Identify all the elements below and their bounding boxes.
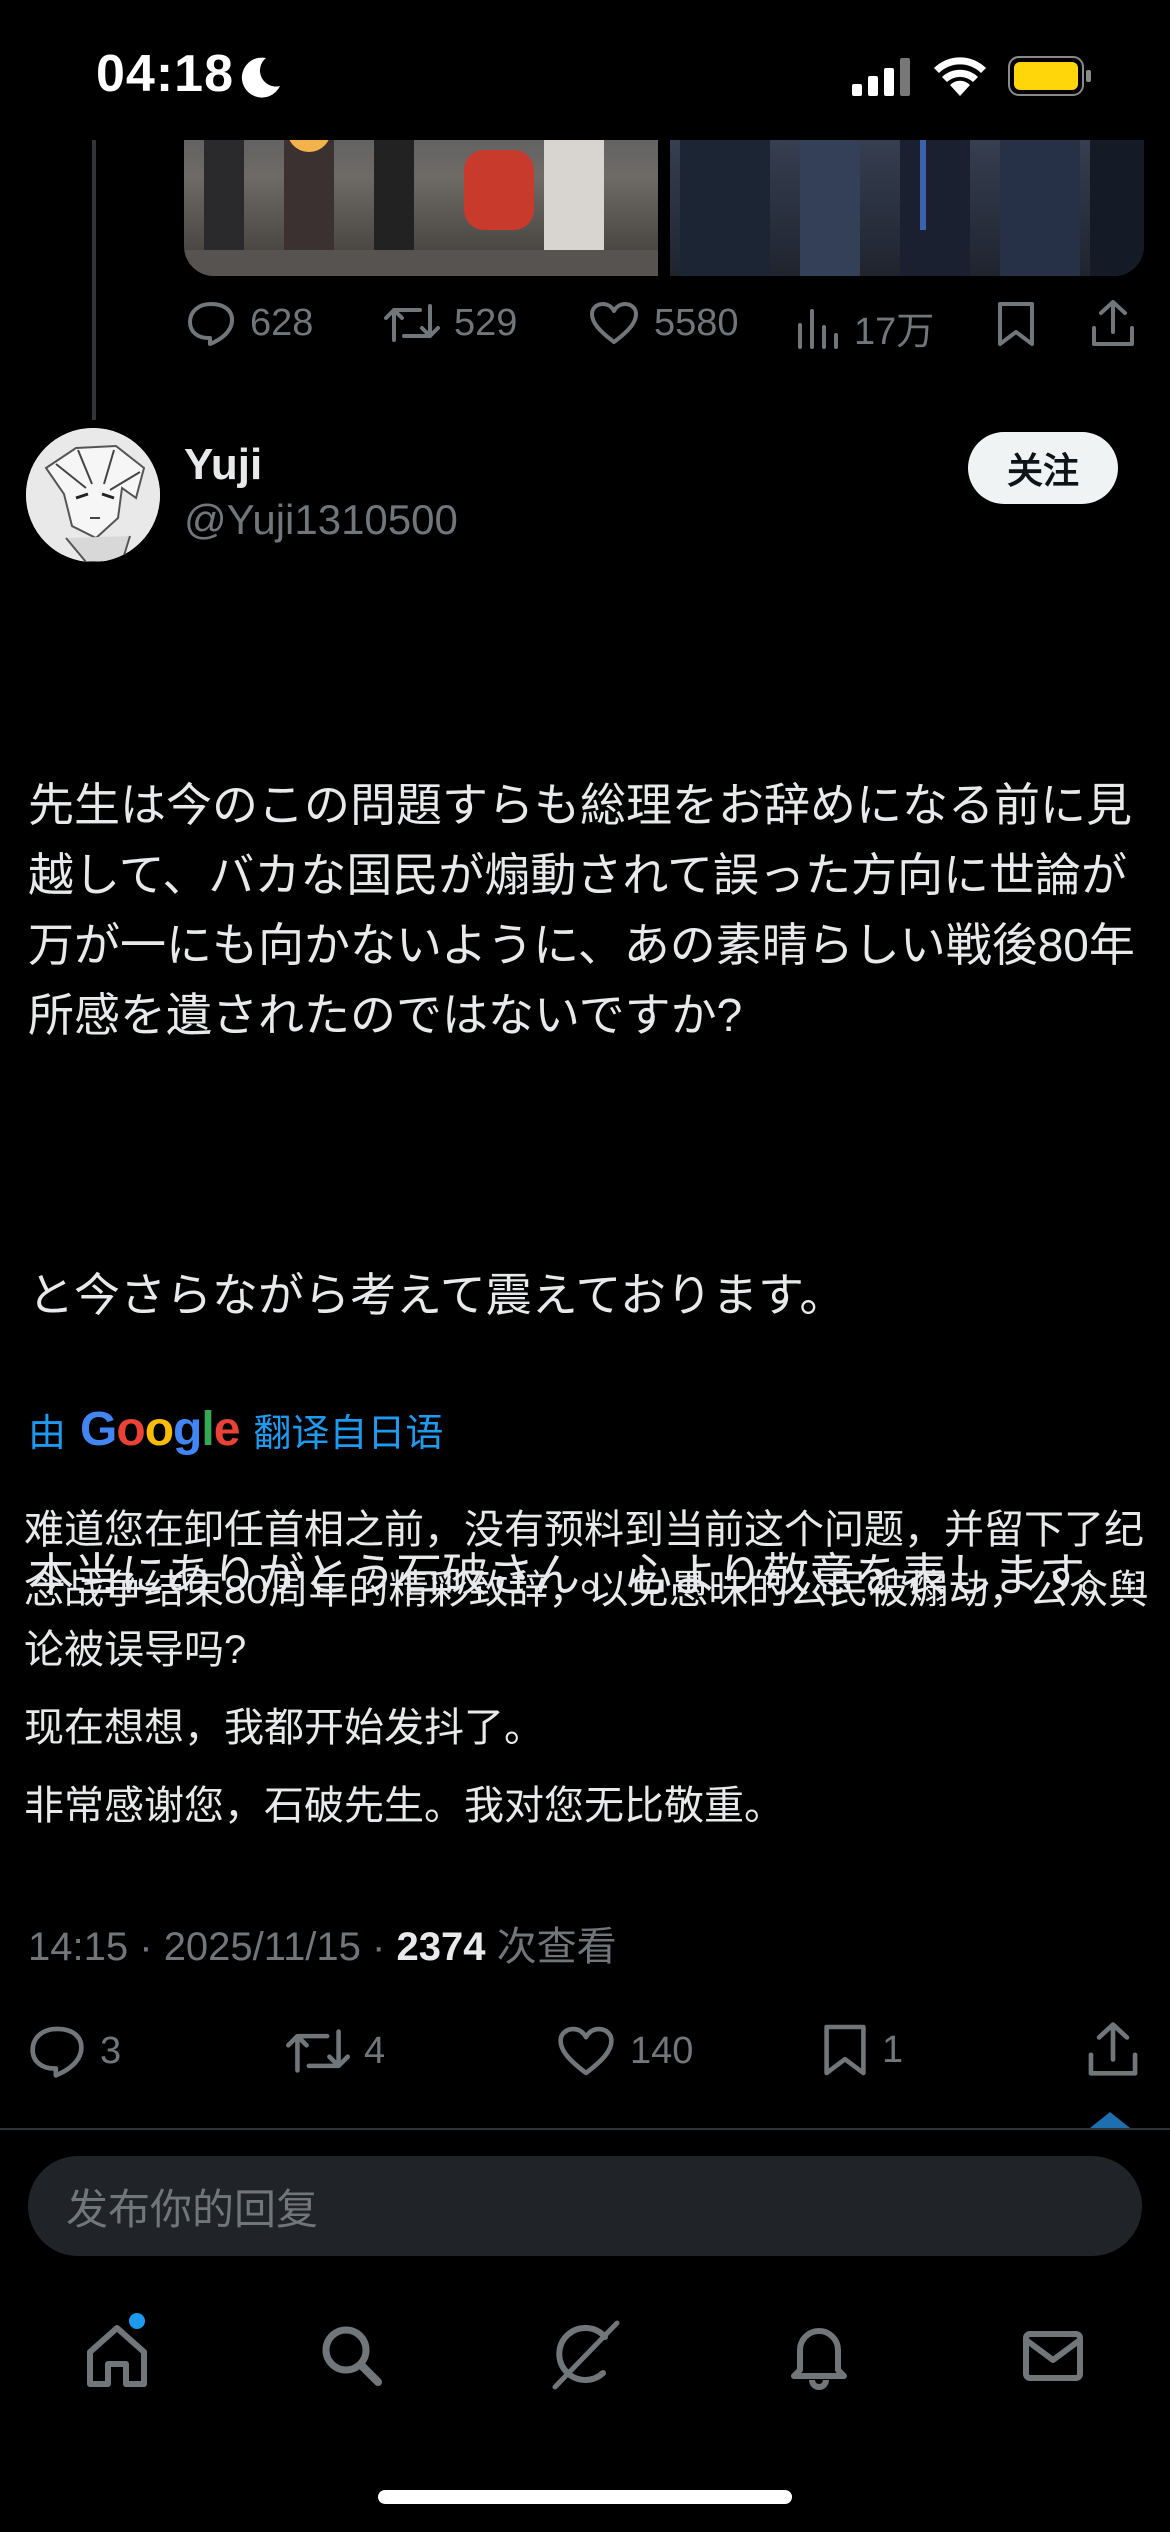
prev-like-button[interactable]: 5580 bbox=[588, 300, 739, 346]
prev-share-button[interactable] bbox=[1090, 298, 1136, 353]
home-icon bbox=[87, 2325, 147, 2387]
tweet-paragraph: と今さらながら考えて震えております。 bbox=[28, 1269, 846, 1321]
bottom-tab-bar bbox=[0, 2280, 1170, 2430]
tab-messages[interactable] bbox=[993, 2295, 1113, 2415]
tweet-views-label: 次查看 bbox=[496, 1925, 617, 1969]
reply-button[interactable]: 3 bbox=[28, 2024, 121, 2078]
translation-paragraph: 现在想想，我都开始发抖了。 bbox=[24, 1706, 544, 1750]
follow-button[interactable]: 关注 bbox=[968, 432, 1118, 504]
meta-separator: · bbox=[139, 1925, 153, 1969]
retweet-count: 4 bbox=[364, 2029, 386, 2072]
bell-icon bbox=[791, 2328, 847, 2390]
wifi-icon bbox=[932, 54, 988, 101]
mail-icon bbox=[1023, 2331, 1083, 2381]
home-notification-dot bbox=[129, 2313, 145, 2329]
google-logo: Google bbox=[80, 1403, 240, 1456]
author-handle[interactable]: @Yuji1310500 bbox=[184, 496, 458, 544]
tweet-meta: 14:15 · 2025/11/15 · 2374 次查看 bbox=[28, 1914, 617, 1972]
status-bar: 04:18 bbox=[0, 0, 1170, 140]
prev-view-count: 17万 bbox=[854, 311, 935, 353]
translated-by-google-link[interactable]: 由 Google 翻译自日语 bbox=[28, 1402, 443, 1457]
tweet-paragraph: 先生は今のこの問題すらも総理をお辞めになる前に見越して、バカな国民が煽動されて誤… bbox=[28, 779, 1135, 1041]
share-button[interactable] bbox=[1086, 2020, 1140, 2083]
tweet-view-count[interactable]: 2374 bbox=[397, 1925, 486, 1969]
tab-search[interactable] bbox=[291, 2295, 411, 2415]
prev-views-button[interactable]: 17万 bbox=[796, 300, 934, 355]
like-count: 140 bbox=[630, 2029, 694, 2072]
cellular-signal-icon bbox=[852, 58, 914, 101]
tweet-date: 2025/11/15 bbox=[163, 1925, 361, 1969]
reply-icon bbox=[28, 2024, 86, 2078]
thread-connector-line bbox=[92, 140, 96, 420]
retweet-icon bbox=[286, 2024, 350, 2078]
analytics-icon bbox=[796, 305, 840, 351]
heart-icon bbox=[588, 300, 640, 346]
translate-prefix: 由 bbox=[28, 1413, 67, 1455]
share-icon bbox=[1092, 300, 1134, 346]
share-icon bbox=[1088, 2022, 1138, 2076]
prev-retweet-button[interactable]: 529 bbox=[384, 300, 517, 346]
moon-icon bbox=[236, 52, 286, 107]
bookmark-count: 1 bbox=[882, 2028, 904, 2071]
tab-notifications[interactable] bbox=[759, 2295, 879, 2415]
reply-icon bbox=[186, 300, 236, 346]
translate-suffix: 翻译自日语 bbox=[253, 1413, 444, 1455]
translation-paragraph: 非常感谢您，石破先生。我对您无比敬重。 bbox=[24, 1784, 784, 1828]
prev-bookmark-button[interactable] bbox=[996, 300, 1036, 353]
bookmark-icon bbox=[822, 2022, 868, 2078]
reply-count: 3 bbox=[100, 2029, 122, 2072]
home-indicator[interactable] bbox=[378, 2490, 792, 2504]
tab-home[interactable] bbox=[57, 2295, 177, 2415]
tweet-time: 14:15 bbox=[28, 1925, 129, 1969]
bookmark-button[interactable]: 1 bbox=[822, 2022, 903, 2078]
translation-paragraph: 难道您在卸任首相之前，没有预料到当前这个问题，并留下了纪念战争结束80周年的精彩… bbox=[24, 1508, 1149, 1672]
prev-reply-count: 628 bbox=[250, 301, 314, 344]
grok-icon bbox=[552, 2320, 620, 2390]
bookmark-icon bbox=[998, 302, 1034, 346]
heart-icon bbox=[556, 2024, 616, 2078]
battery-icon bbox=[1008, 56, 1092, 101]
status-time: 04:18 bbox=[96, 45, 234, 103]
avatar[interactable] bbox=[26, 428, 160, 562]
meta-separator: · bbox=[372, 1925, 386, 1969]
like-button[interactable]: 140 bbox=[556, 2024, 693, 2078]
tweet-translated-text: 难道您在卸任首相之前，没有预料到当前这个问题，并留下了纪念战争结束80周年的精彩… bbox=[24, 1500, 1149, 1854]
retweet-icon bbox=[384, 300, 440, 346]
retweet-button[interactable]: 4 bbox=[286, 2024, 385, 2078]
prev-like-count: 5580 bbox=[654, 301, 739, 344]
tab-grok[interactable] bbox=[525, 2295, 645, 2415]
prev-retweet-count: 529 bbox=[454, 301, 518, 344]
author-display-name[interactable]: Yuji bbox=[184, 440, 262, 490]
search-icon bbox=[322, 2326, 382, 2386]
prev-reply-button[interactable]: 628 bbox=[186, 300, 313, 346]
divider bbox=[0, 2128, 1170, 2130]
reply-input[interactable]: 发布你的回复 bbox=[28, 2156, 1142, 2256]
